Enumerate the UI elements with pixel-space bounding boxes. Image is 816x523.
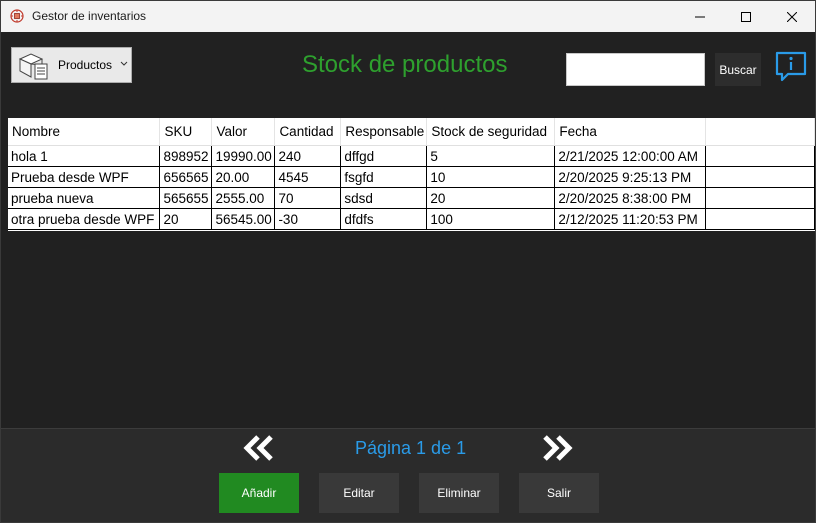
cell-fecha[interactable]: 2/12/2025 11:20:53 PM <box>554 208 707 230</box>
cell-filler <box>705 145 815 167</box>
cell-responsable[interactable]: dfdfs <box>340 208 428 230</box>
cell-responsable[interactable]: sdsd <box>340 187 428 209</box>
window-title: Gestor de inventarios <box>32 9 147 23</box>
column-header-stock-seguridad[interactable]: Stock de seguridad <box>426 118 556 146</box>
app-icon <box>10 9 24 23</box>
cell-sku[interactable]: 656565 <box>159 166 213 188</box>
products-box-icon <box>18 53 48 80</box>
column-header-valor[interactable]: Valor <box>211 118 276 146</box>
cell-responsable[interactable]: dffgd <box>340 145 428 167</box>
cell-valor[interactable]: 2555.00 <box>211 187 276 209</box>
cell-valor[interactable]: 56545.00 <box>211 208 276 230</box>
cell-fecha[interactable]: 2/21/2025 12:00:00 AM <box>554 145 707 167</box>
cell-responsable[interactable]: fsgfd <box>340 166 428 188</box>
cell-nombre[interactable]: prueba nueva <box>8 187 161 209</box>
cell-stock-seguridad[interactable]: 10 <box>426 166 556 188</box>
cell-sku[interactable]: 898952 <box>159 145 213 167</box>
cell-nombre[interactable]: hola 1 <box>8 145 161 167</box>
cell-fecha[interactable]: 2/20/2025 9:25:13 PM <box>554 166 707 188</box>
cell-valor[interactable]: 20.00 <box>211 166 276 188</box>
cell-stock-seguridad[interactable]: 100 <box>426 208 556 230</box>
cell-nombre[interactable]: otra prueba desde WPF <box>8 208 161 230</box>
search-input[interactable] <box>566 53 705 86</box>
maximize-icon <box>741 11 751 22</box>
cell-sku[interactable]: 565655 <box>159 187 213 209</box>
table-row[interactable]: Prueba desde WPF 656565 20.00 4545 fsgfd… <box>8 166 815 188</box>
column-header-nombre[interactable]: Nombre <box>8 118 161 146</box>
products-dropdown[interactable]: Productos <box>11 47 132 83</box>
data-grid: Nombre SKU Valor Cantidad Responsable St… <box>8 118 815 230</box>
table-row[interactable]: otra prueba desde WPF 20 56545.00 -30 df… <box>8 208 815 230</box>
cell-sku[interactable]: 20 <box>159 208 213 230</box>
add-button[interactable]: Añadir <box>219 473 299 513</box>
info-chat-icon[interactable] <box>774 50 808 84</box>
double-chevron-right-icon[interactable] <box>541 435 575 461</box>
title-bar: Gestor de inventarios <box>1 1 815 32</box>
column-header-cantidad[interactable]: Cantidad <box>274 118 342 146</box>
cell-stock-seguridad[interactable]: 5 <box>426 145 556 167</box>
cell-fecha[interactable]: 2/20/2025 8:38:00 PM <box>554 187 707 209</box>
column-header-responsable[interactable]: Responsable <box>340 118 428 146</box>
cell-filler <box>705 166 815 188</box>
cell-valor[interactable]: 19990.00 <box>211 145 276 167</box>
column-header-fecha[interactable]: Fecha <box>554 118 707 146</box>
cell-cantidad[interactable]: 4545 <box>274 166 342 188</box>
cell-nombre[interactable]: Prueba desde WPF <box>8 166 161 188</box>
table-row[interactable]: hola 1 898952 19990.00 240 dffgd 5 2/21/… <box>8 145 815 167</box>
cell-filler <box>705 187 815 209</box>
products-table: Nombre SKU Valor Cantidad Responsable St… <box>8 118 815 231</box>
maximize-button[interactable] <box>723 1 769 32</box>
page-indicator: Página 1 de 1 <box>355 438 467 458</box>
edit-button[interactable]: Editar <box>319 473 399 513</box>
exit-button[interactable]: Salir <box>519 473 599 513</box>
cell-filler <box>705 208 815 230</box>
table-row[interactable]: prueba nueva 565655 2555.00 70 sdsd 20 2… <box>8 187 815 209</box>
page-title: Stock de productos <box>302 51 508 78</box>
double-chevron-left-icon[interactable] <box>243 435 275 461</box>
close-button[interactable] <box>769 1 815 32</box>
delete-button[interactable]: Eliminar <box>419 473 499 513</box>
minimize-icon <box>695 16 705 17</box>
cell-cantidad[interactable]: 70 <box>274 187 342 209</box>
products-label: Productos <box>58 58 113 72</box>
search-button[interactable]: Buscar <box>715 53 761 86</box>
app-window: Gestor de inventarios Productos Stock de… <box>0 0 816 523</box>
chevron-down-icon <box>120 61 128 66</box>
cell-stock-seguridad[interactable]: 20 <box>426 187 556 209</box>
cell-cantidad[interactable]: -30 <box>274 208 342 230</box>
cell-cantidad[interactable]: 240 <box>274 145 342 167</box>
close-icon <box>787 11 797 22</box>
column-header-filler <box>705 118 815 146</box>
column-header-sku[interactable]: SKU <box>159 118 213 146</box>
minimize-button[interactable] <box>677 1 723 32</box>
